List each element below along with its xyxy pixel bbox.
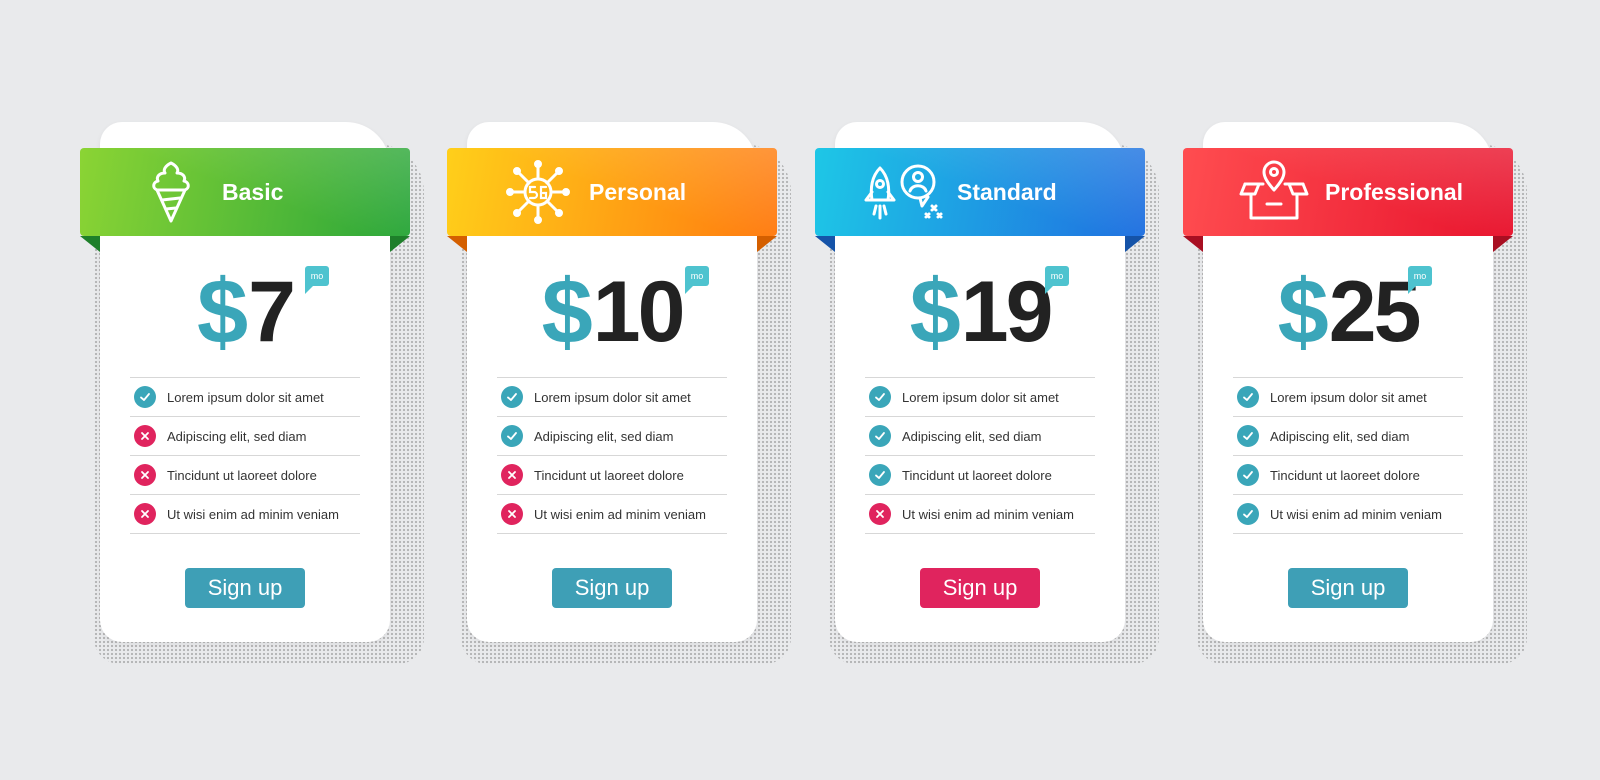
check-icon — [501, 386, 523, 408]
feature-text: Ut wisi enim ad minim veniam — [902, 506, 1074, 522]
list-item: Tincidunt ut laoreet dolore — [1233, 456, 1463, 495]
feature-text: Tincidunt ut laoreet dolore — [534, 467, 684, 483]
pricing-card-standard: Standard $ 19 mo Lorem ipsum dolor sit a… — [815, 122, 1159, 664]
price-amount: 10 — [592, 264, 686, 360]
5g-network-icon — [493, 148, 583, 236]
sign-up-button[interactable]: Sign up — [920, 568, 1040, 608]
delivery-box-icon — [1229, 148, 1319, 236]
sign-up-button[interactable]: Sign up — [1288, 568, 1408, 608]
feature-text: Lorem ipsum dolor sit amet — [167, 389, 324, 405]
ice-cream-icon — [126, 148, 216, 236]
feature-text: Adipiscing elit, sed diam — [1270, 428, 1410, 444]
check-icon — [501, 425, 523, 447]
check-icon — [134, 386, 156, 408]
price-amount: 25 — [1328, 264, 1422, 360]
feature-text: Tincidunt ut laoreet dolore — [1270, 467, 1420, 483]
plan-header: Personal — [447, 148, 777, 236]
currency-symbol: $ — [909, 261, 961, 363]
period-badge: mo — [1408, 266, 1432, 294]
cross-icon — [134, 503, 156, 525]
cross-icon — [134, 464, 156, 486]
list-item: Lorem ipsum dolor sit amet — [130, 378, 360, 417]
pricing-card-personal: Personal $ 10 mo Lorem ipsum dolor sit a… — [447, 122, 791, 664]
plan-name: Basic — [222, 178, 284, 205]
check-icon — [1237, 386, 1259, 408]
check-icon — [869, 425, 891, 447]
check-icon — [1237, 425, 1259, 447]
currency-symbol: $ — [196, 261, 249, 363]
list-item: Ut wisi enim ad minim veniam — [497, 495, 727, 534]
check-icon — [869, 464, 891, 486]
list-item: Adipiscing elit, sed diam — [130, 417, 360, 456]
plan-name: Personal — [589, 178, 687, 205]
list-item: Tincidunt ut laoreet dolore — [130, 456, 360, 495]
feature-list: Lorem ipsum dolor sit amet Adipiscing el… — [865, 377, 1095, 534]
list-item: Tincidunt ut laoreet dolore — [497, 456, 727, 495]
period-badge: mo — [685, 266, 709, 294]
feature-text: Tincidunt ut laoreet dolore — [167, 467, 317, 483]
startup-rocket-icon — [861, 148, 951, 236]
price-amount: 19 — [960, 264, 1054, 360]
price: $ 25 — [1203, 262, 1493, 362]
feature-list: Lorem ipsum dolor sit amet Adipiscing el… — [130, 377, 360, 534]
sign-up-button[interactable]: Sign up — [552, 568, 672, 608]
check-icon — [1237, 503, 1259, 525]
feature-text: Lorem ipsum dolor sit amet — [902, 389, 1059, 405]
price: $ 19 — [835, 262, 1125, 362]
plan-header: Professional — [1183, 148, 1513, 236]
feature-text: Adipiscing elit, sed diam — [167, 428, 307, 444]
feature-list: Lorem ipsum dolor sit amet Adipiscing el… — [1233, 377, 1463, 534]
list-item: Lorem ipsum dolor sit amet — [497, 378, 727, 417]
feature-text: Ut wisi enim ad minim veniam — [534, 506, 706, 522]
list-item: Adipiscing elit, sed diam — [497, 417, 727, 456]
feature-text: Adipiscing elit, sed diam — [534, 428, 674, 444]
list-item: Lorem ipsum dolor sit amet — [1233, 378, 1463, 417]
check-icon — [869, 386, 891, 408]
list-item: Ut wisi enim ad minim veniam — [130, 495, 360, 534]
plan-header: Basic — [80, 148, 410, 236]
price-amount: 7 — [248, 264, 296, 360]
cross-icon — [134, 425, 156, 447]
feature-text: Ut wisi enim ad minim veniam — [167, 506, 339, 522]
plan-name: Standard — [957, 178, 1057, 205]
feature-text: Adipiscing elit, sed diam — [902, 428, 1042, 444]
currency-symbol: $ — [541, 261, 593, 363]
plan-name: Professional — [1325, 178, 1464, 205]
list-item: Lorem ipsum dolor sit amet — [865, 378, 1095, 417]
cross-icon — [501, 503, 523, 525]
pricing-card-basic: Basic $ 7 mo Lorem ipsum dolor sit amet … — [80, 122, 424, 664]
feature-text: Lorem ipsum dolor sit amet — [534, 389, 691, 405]
sign-up-button[interactable]: Sign up — [185, 568, 305, 608]
price: $ 7 — [100, 262, 390, 362]
period-badge: mo — [305, 266, 329, 294]
list-item: Ut wisi enim ad minim veniam — [865, 495, 1095, 534]
list-item: Adipiscing elit, sed diam — [865, 417, 1095, 456]
feature-text: Ut wisi enim ad minim veniam — [1270, 506, 1442, 522]
list-item: Adipiscing elit, sed diam — [1233, 417, 1463, 456]
period-badge: mo — [1045, 266, 1069, 294]
list-item: Tincidunt ut laoreet dolore — [865, 456, 1095, 495]
feature-text: Lorem ipsum dolor sit amet — [1270, 389, 1427, 405]
feature-text: Tincidunt ut laoreet dolore — [902, 467, 1052, 483]
price: $ 10 — [467, 262, 757, 362]
plan-header: Standard — [815, 148, 1145, 236]
cross-icon — [869, 503, 891, 525]
cross-icon — [501, 464, 523, 486]
feature-list: Lorem ipsum dolor sit amet Adipiscing el… — [497, 377, 727, 534]
check-icon — [1237, 464, 1259, 486]
list-item: Ut wisi enim ad minim veniam — [1233, 495, 1463, 534]
pricing-card-professional: Professional $ 25 mo Lorem ipsum dolor s… — [1183, 122, 1527, 664]
currency-symbol: $ — [1277, 261, 1329, 363]
